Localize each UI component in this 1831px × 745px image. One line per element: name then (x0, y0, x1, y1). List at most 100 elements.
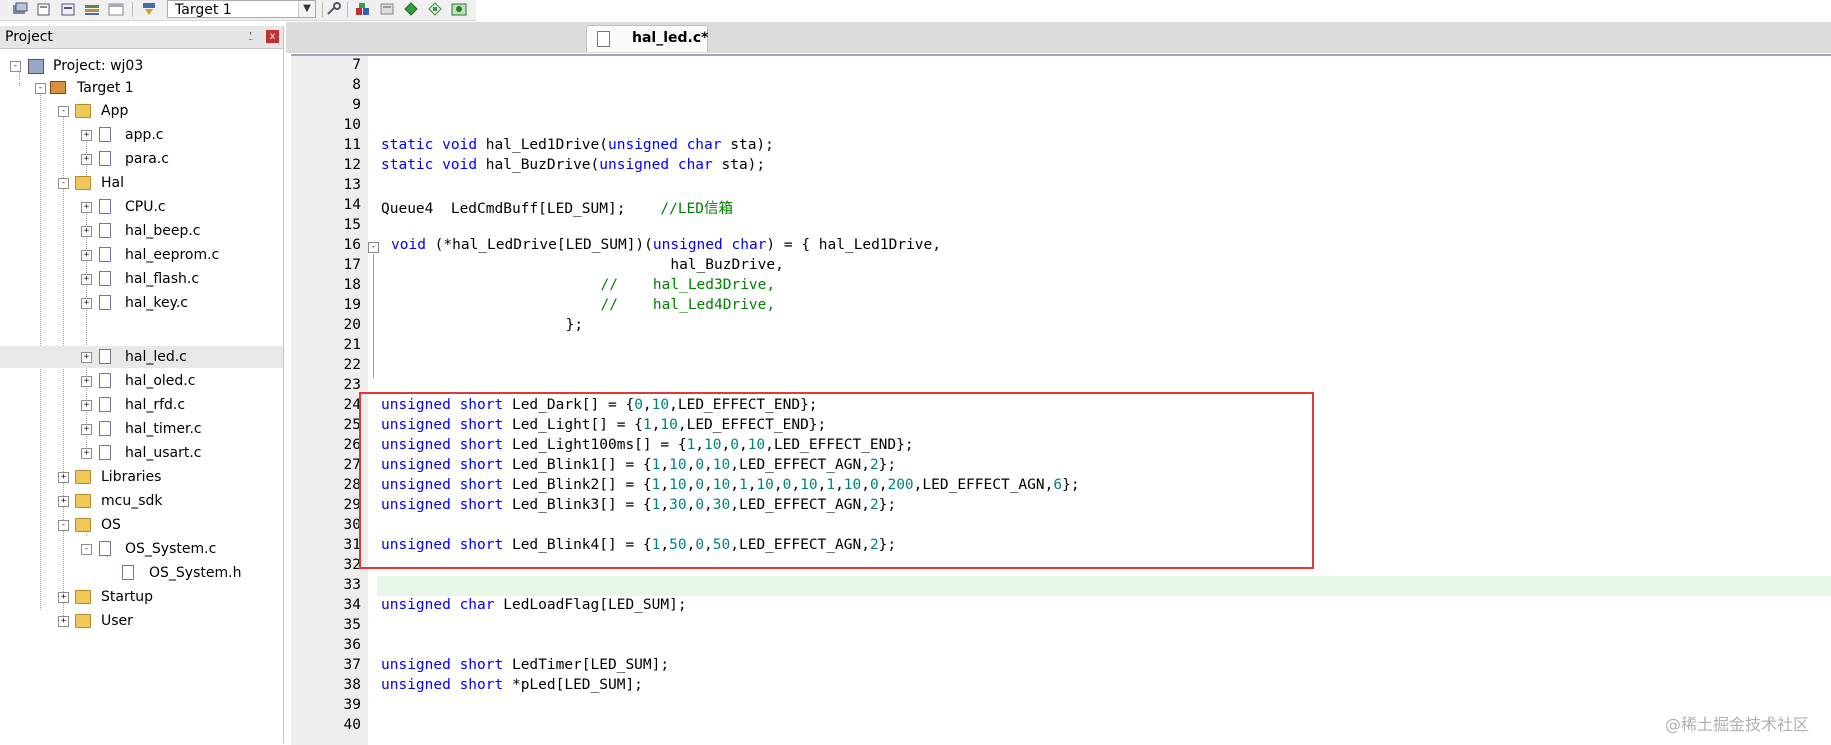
project-icon[interactable] (60, 1, 76, 16)
line-number: 38 (343, 677, 361, 693)
code-comment: //LED信箱 (660, 201, 734, 217)
tree-group-hal[interactable]: - Hal (0, 172, 283, 194)
expand-toggle[interactable]: + (58, 496, 69, 507)
tree-group-libraries[interactable]: + Libraries (0, 466, 283, 488)
tree-label: OS_System.c (125, 541, 217, 557)
target-select[interactable]: Target 1 ▼ (167, 0, 316, 18)
tree-file[interactable]: + hal_usart.c (0, 442, 283, 464)
tree-label: Hal (101, 175, 124, 191)
code-line: unsigned short LedTimer[LED_SUM]; (381, 657, 670, 673)
load-icon[interactable] (141, 1, 157, 15)
close-icon[interactable]: x (266, 30, 279, 43)
tree-file[interactable]: + hal_oled.c (0, 370, 283, 392)
expand-toggle[interactable]: + (58, 472, 69, 483)
expand-toggle[interactable]: + (58, 592, 69, 603)
fold-toggle[interactable]: - (368, 242, 379, 253)
collapse-toggle[interactable]: - (35, 83, 46, 94)
expand-toggle[interactable]: + (81, 226, 92, 237)
tree-label: hal_usart.c (125, 445, 202, 461)
line-number: 19 (343, 297, 361, 313)
project-icon (28, 59, 44, 74)
batch-setup-icon[interactable] (12, 1, 28, 15)
tree-label: mcu_sdk (101, 493, 163, 509)
chevron-down-icon[interactable]: ▼ (298, 1, 315, 17)
tree-file[interactable]: - OS_System.c (0, 538, 283, 560)
tree-file[interactable]: + para.c (0, 148, 283, 170)
file-icon (99, 445, 111, 460)
tree-file[interactable]: + hal_rfd.c (0, 394, 283, 416)
tree-file[interactable]: OS_System.h (0, 562, 283, 584)
pack-installer-icon[interactable] (355, 1, 371, 15)
toolbar-separator (322, 2, 323, 17)
components-icon[interactable] (451, 1, 467, 16)
select-packs-icon[interactable] (379, 1, 395, 15)
window-icon[interactable] (108, 1, 124, 16)
collapse-toggle[interactable]: - (58, 178, 69, 189)
expand-toggle[interactable]: + (81, 274, 92, 285)
line-number: 21 (343, 337, 361, 353)
tree-file[interactable]: + hal_flash.c (0, 268, 283, 290)
tree-group-app[interactable]: - App (0, 100, 283, 122)
tree-group-mcu-sdk[interactable]: + mcu_sdk (0, 490, 283, 512)
tree-label: hal_timer.c (125, 421, 202, 437)
tree-file[interactable]: + hal_timer.c (0, 418, 283, 440)
green-diamond-icon[interactable] (403, 1, 419, 16)
tab-hal-led[interactable]: hal_led.c* (586, 25, 708, 52)
tree-group-user[interactable]: + User (0, 610, 283, 632)
wrench-icon[interactable] (326, 1, 342, 15)
books-icon[interactable] (84, 1, 100, 15)
tree-label: Project: wj03 (53, 58, 144, 74)
line-number: 36 (343, 637, 361, 653)
project-panel: Project ⍘ x - Project: wj03 - Target 1 -… (0, 26, 284, 743)
file-icon (99, 223, 111, 238)
tree-file[interactable]: + app.c (0, 124, 283, 146)
code-line: void (*hal_LedDrive[LED_SUM])(unsigned c… (391, 237, 942, 253)
file-icon (99, 421, 111, 436)
collapse-toggle[interactable]: - (10, 61, 21, 72)
expand-toggle[interactable]: + (81, 400, 92, 411)
tree-label: OS (101, 517, 121, 533)
expand-toggle[interactable]: + (81, 130, 92, 141)
tree-item-project[interactable]: - Project: wj03 (0, 55, 283, 77)
code-line: unsigned short *pLed[LED_SUM]; (381, 677, 643, 693)
expand-toggle[interactable]: + (81, 298, 92, 309)
tree-item-target[interactable]: - Target 1 (0, 77, 283, 99)
file-icon (99, 199, 111, 214)
pin-icon[interactable]: ⍘ (247, 29, 254, 44)
tree-label: hal_key.c (125, 295, 188, 311)
expand-toggle[interactable]: + (81, 202, 92, 213)
line-number: 12 (343, 157, 361, 173)
expand-toggle[interactable]: + (81, 448, 92, 459)
line-number: 31 (343, 537, 361, 553)
expand-toggle[interactable]: + (81, 250, 92, 261)
expand-toggle[interactable]: + (58, 616, 69, 627)
toolbar: Target 1 ▼ (0, 0, 476, 21)
tree-label: hal_eeprom.c (125, 247, 220, 263)
tree-file[interactable]: + hal_eeprom.c (0, 244, 283, 266)
collapse-toggle[interactable]: - (81, 544, 92, 555)
expand-toggle[interactable]: + (81, 352, 92, 363)
target-select-value: Target 1 (175, 2, 232, 18)
copy-icon[interactable] (36, 1, 52, 16)
line-number: 26 (343, 437, 361, 453)
tree-file-selected[interactable]: + hal_led.c (0, 346, 283, 368)
file-icon (99, 271, 111, 286)
line-number: 30 (343, 517, 361, 533)
tree-group-os[interactable]: - OS (0, 514, 283, 536)
folder-open-icon (75, 518, 91, 532)
collapse-toggle[interactable]: - (58, 106, 69, 117)
expand-toggle[interactable]: + (81, 376, 92, 387)
line-number: 15 (343, 217, 361, 233)
expand-toggle[interactable]: + (81, 424, 92, 435)
code-line: // hal_Led4Drive, (600, 297, 776, 313)
expand-toggle[interactable]: + (81, 154, 92, 165)
tree-file[interactable]: + CPU.c (0, 196, 283, 218)
tree-file[interactable]: + hal_key.c (0, 292, 283, 314)
line-number: 22 (343, 357, 361, 373)
file-icon (597, 31, 610, 47)
manage-environment-icon[interactable] (427, 1, 443, 16)
tree-label: hal_beep.c (125, 223, 201, 239)
tree-file[interactable]: + hal_beep.c (0, 220, 283, 242)
tree-group-startup[interactable]: + Startup (0, 586, 283, 608)
collapse-toggle[interactable]: - (58, 520, 69, 531)
